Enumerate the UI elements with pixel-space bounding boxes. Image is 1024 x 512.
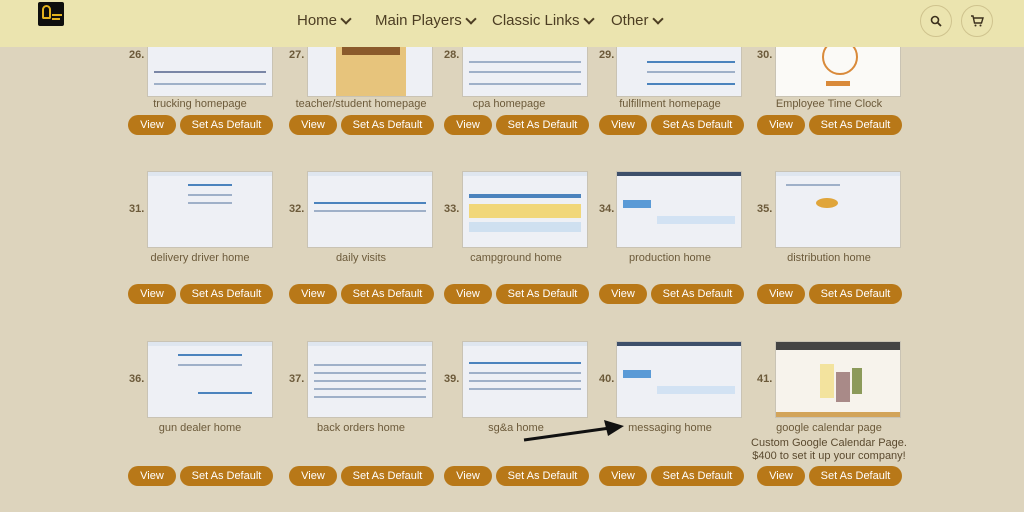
tile-number: 39. [444, 373, 460, 385]
tile-caption: fulfillment homepage [619, 98, 721, 110]
view-button[interactable]: View [599, 466, 647, 486]
google-calendar-thumbnail[interactable] [775, 341, 901, 418]
nav-classic-links-label: Classic Links [492, 12, 580, 29]
set-default-button[interactable]: Set As Default [809, 466, 902, 486]
search-icon [930, 15, 942, 27]
cart-button[interactable] [961, 5, 993, 37]
distribution-thumbnail[interactable] [775, 171, 901, 248]
tile-caption: gun dealer home [158, 422, 242, 434]
nav-home-label: Home [297, 12, 338, 29]
tile-number: 34. [599, 203, 615, 215]
search-button[interactable] [920, 5, 952, 37]
tile-caption: teacher/student homepage [295, 98, 427, 110]
view-button[interactable]: View [289, 115, 337, 135]
nav-main-players[interactable]: Main Players [375, 12, 477, 29]
set-default-button[interactable]: Set As Default [341, 115, 434, 135]
set-default-button[interactable]: Set As Default [341, 466, 434, 486]
set-default-button[interactable]: Set As Default [651, 284, 744, 304]
tile-caption: daily visits [335, 252, 387, 264]
tile-number: 36. [129, 373, 145, 385]
tile-caption: production home [629, 252, 711, 264]
campground-thumbnail[interactable] [462, 171, 588, 248]
tile-number: 41. [757, 373, 773, 385]
tile-caption: back orders home [316, 422, 406, 434]
tile-number: 27. [289, 49, 305, 61]
view-button[interactable]: View [289, 284, 337, 304]
chevron-down-icon [582, 12, 595, 25]
promo-line-2: $400 to set it up your company! [752, 450, 906, 462]
promo-line-1: Custom Google Calendar Page. [751, 437, 907, 449]
tile-number: 33. [444, 203, 460, 215]
tile-number: 31. [129, 203, 145, 215]
view-button[interactable]: View [128, 284, 176, 304]
arrow-annotation-icon [523, 420, 624, 442]
view-button[interactable]: View [128, 115, 176, 135]
gun-dealer-thumbnail[interactable] [147, 341, 273, 418]
tile-number: 29. [599, 49, 615, 61]
nav-other[interactable]: Other [611, 12, 664, 29]
tile-caption: google calendar page [776, 422, 882, 434]
main-nav: Home Main Players Classic Links Other [0, 0, 1024, 47]
top-navigation-bar: Home Main Players Classic Links Other [0, 0, 1024, 47]
set-default-button[interactable]: Set As Default [651, 466, 744, 486]
tile-number: 30. [757, 49, 773, 61]
set-default-button[interactable]: Set As Default [180, 115, 273, 135]
tile-caption: Employee Time Clock [775, 98, 883, 110]
tile-number: 35. [757, 203, 773, 215]
view-button[interactable]: View [444, 284, 492, 304]
tile-number: 32. [289, 203, 305, 215]
view-button[interactable]: View [599, 284, 647, 304]
chevron-down-icon [340, 12, 352, 25]
view-button[interactable]: View [599, 115, 647, 135]
set-default-button[interactable]: Set As Default [651, 115, 744, 135]
view-button[interactable]: View [128, 466, 176, 486]
view-button[interactable]: View [289, 466, 337, 486]
back-orders-thumbnail[interactable] [307, 341, 433, 418]
tile-caption: campground home [470, 252, 562, 264]
set-default-button[interactable]: Set As Default [180, 284, 273, 304]
view-button[interactable]: View [757, 284, 805, 304]
chevron-down-icon [465, 12, 477, 25]
nav-other-label: Other [611, 12, 649, 29]
tile-number: 40. [599, 373, 615, 385]
daily-visits-thumbnail[interactable] [307, 171, 433, 248]
tile-number: 28. [444, 49, 460, 61]
view-button[interactable]: View [444, 466, 492, 486]
set-default-button[interactable]: Set As Default [809, 284, 902, 304]
nav-classic-links[interactable]: Classic Links [492, 12, 595, 29]
tile-number: 26. [129, 49, 145, 61]
tile-caption: cpa homepage [472, 98, 546, 110]
messaging-thumbnail[interactable] [616, 341, 742, 418]
cart-icon [971, 15, 984, 27]
tile-caption: delivery driver home [150, 252, 250, 264]
nav-home[interactable]: Home [297, 12, 352, 29]
tile-number: 37. [289, 373, 305, 385]
tile-caption: distribution home [787, 252, 871, 264]
chevron-down-icon [651, 12, 664, 25]
calendar-promo-note: Custom Google Calendar Page. $400 to set… [744, 437, 914, 463]
tile-caption: trucking homepage [153, 98, 247, 110]
delivery-driver-thumbnail[interactable] [147, 171, 273, 248]
set-default-button[interactable]: Set As Default [341, 284, 434, 304]
set-default-button[interactable]: Set As Default [496, 115, 589, 135]
view-button[interactable]: View [444, 115, 492, 135]
view-button[interactable]: View [757, 466, 805, 486]
set-default-button[interactable]: Set As Default [180, 466, 273, 486]
nav-main-players-label: Main Players [375, 12, 462, 29]
set-default-button[interactable]: Set As Default [809, 115, 902, 135]
view-button[interactable]: View [757, 115, 805, 135]
sga-thumbnail[interactable] [462, 341, 588, 418]
set-default-button[interactable]: Set As Default [496, 466, 589, 486]
production-thumbnail[interactable] [616, 171, 742, 248]
set-default-button[interactable]: Set As Default [496, 284, 589, 304]
